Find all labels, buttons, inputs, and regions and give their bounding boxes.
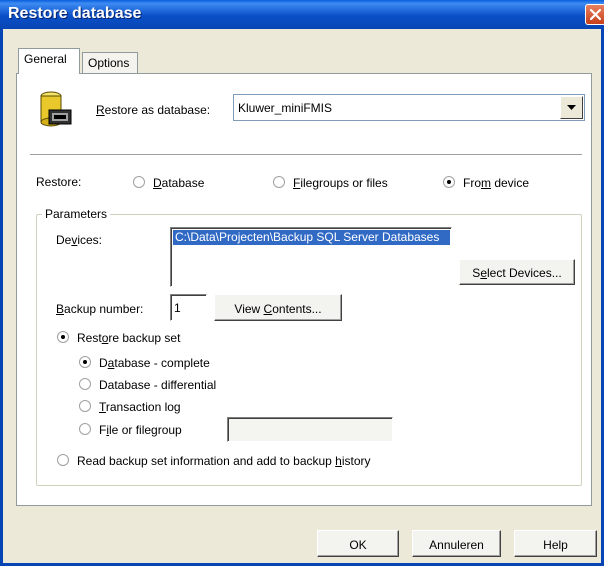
database-complete-radio[interactable]: [79, 356, 91, 368]
database-differential-radio[interactable]: [79, 378, 91, 390]
restore-database-radio[interactable]: [133, 176, 145, 188]
select-devices-button[interactable]: Select Devices...: [459, 259, 575, 285]
database-complete-label[interactable]: Database - complete: [99, 356, 210, 370]
devices-label: Devices:: [56, 233, 103, 247]
device-list-item[interactable]: C:\Data\Projecten\Backup SQL Server Data…: [173, 230, 450, 245]
restore-database-dialog: Restore database General Options Restore…: [0, 0, 604, 566]
window-title: Restore database: [8, 5, 142, 22]
restore-as-database-value: Kluwer_miniFMIS: [238, 101, 333, 115]
tab-general[interactable]: General: [18, 48, 80, 74]
backup-number-label: Backup number:: [56, 302, 144, 316]
file-or-filegroup-label[interactable]: File or filegroup: [99, 423, 182, 437]
transaction-log-label[interactable]: Transaction log: [99, 400, 181, 414]
chevron-down-icon: [567, 105, 576, 110]
restore-from-device-label[interactable]: From device: [463, 176, 529, 190]
restore-from-device-radio[interactable]: [443, 176, 455, 188]
backup-number-input[interactable]: 1: [170, 294, 207, 321]
restore-as-database-combo[interactable]: Kluwer_miniFMIS: [233, 94, 585, 121]
ok-button[interactable]: OK: [317, 530, 399, 557]
separator: [30, 154, 582, 156]
read-backup-info-label[interactable]: Read backup set information and add to b…: [77, 454, 371, 468]
restore-as-database-label: Restore as database:: [96, 103, 211, 117]
transaction-log-radio[interactable]: [79, 400, 91, 412]
tab-options-label: Options: [88, 56, 130, 70]
backup-number-value: 1: [174, 301, 181, 315]
restore-filegroups-radio[interactable]: [273, 176, 285, 188]
restore-database-label[interactable]: Database: [153, 176, 204, 190]
close-button[interactable]: [585, 4, 604, 25]
tab-general-label: General: [24, 52, 67, 66]
close-icon: [590, 9, 601, 20]
database-differential-label[interactable]: Database - differential: [99, 378, 216, 392]
help-button[interactable]: Help: [514, 530, 597, 557]
restore-backup-set-label[interactable]: Restore backup set: [77, 331, 180, 345]
devices-listbox[interactable]: C:\Data\Projecten\Backup SQL Server Data…: [170, 227, 452, 287]
parameters-group-title: Parameters: [42, 207, 111, 221]
tab-options[interactable]: Options: [82, 52, 138, 73]
view-contents-button[interactable]: View Contents...: [214, 294, 342, 321]
restore-backup-set-radio[interactable]: [57, 331, 69, 343]
database-icon: [40, 91, 72, 127]
file-or-filegroup-input[interactable]: [227, 417, 393, 442]
restore-label: Restore:: [36, 175, 82, 189]
cancel-button[interactable]: Annuleren: [412, 530, 501, 557]
window-frame-left: [0, 29, 3, 566]
title-bar[interactable]: Restore database: [0, 0, 604, 29]
file-or-filegroup-radio[interactable]: [79, 423, 91, 435]
combo-dropdown-button[interactable]: [560, 96, 583, 119]
restore-filegroups-label[interactable]: Filegroups or files: [293, 176, 388, 190]
read-backup-info-radio[interactable]: [57, 454, 69, 466]
